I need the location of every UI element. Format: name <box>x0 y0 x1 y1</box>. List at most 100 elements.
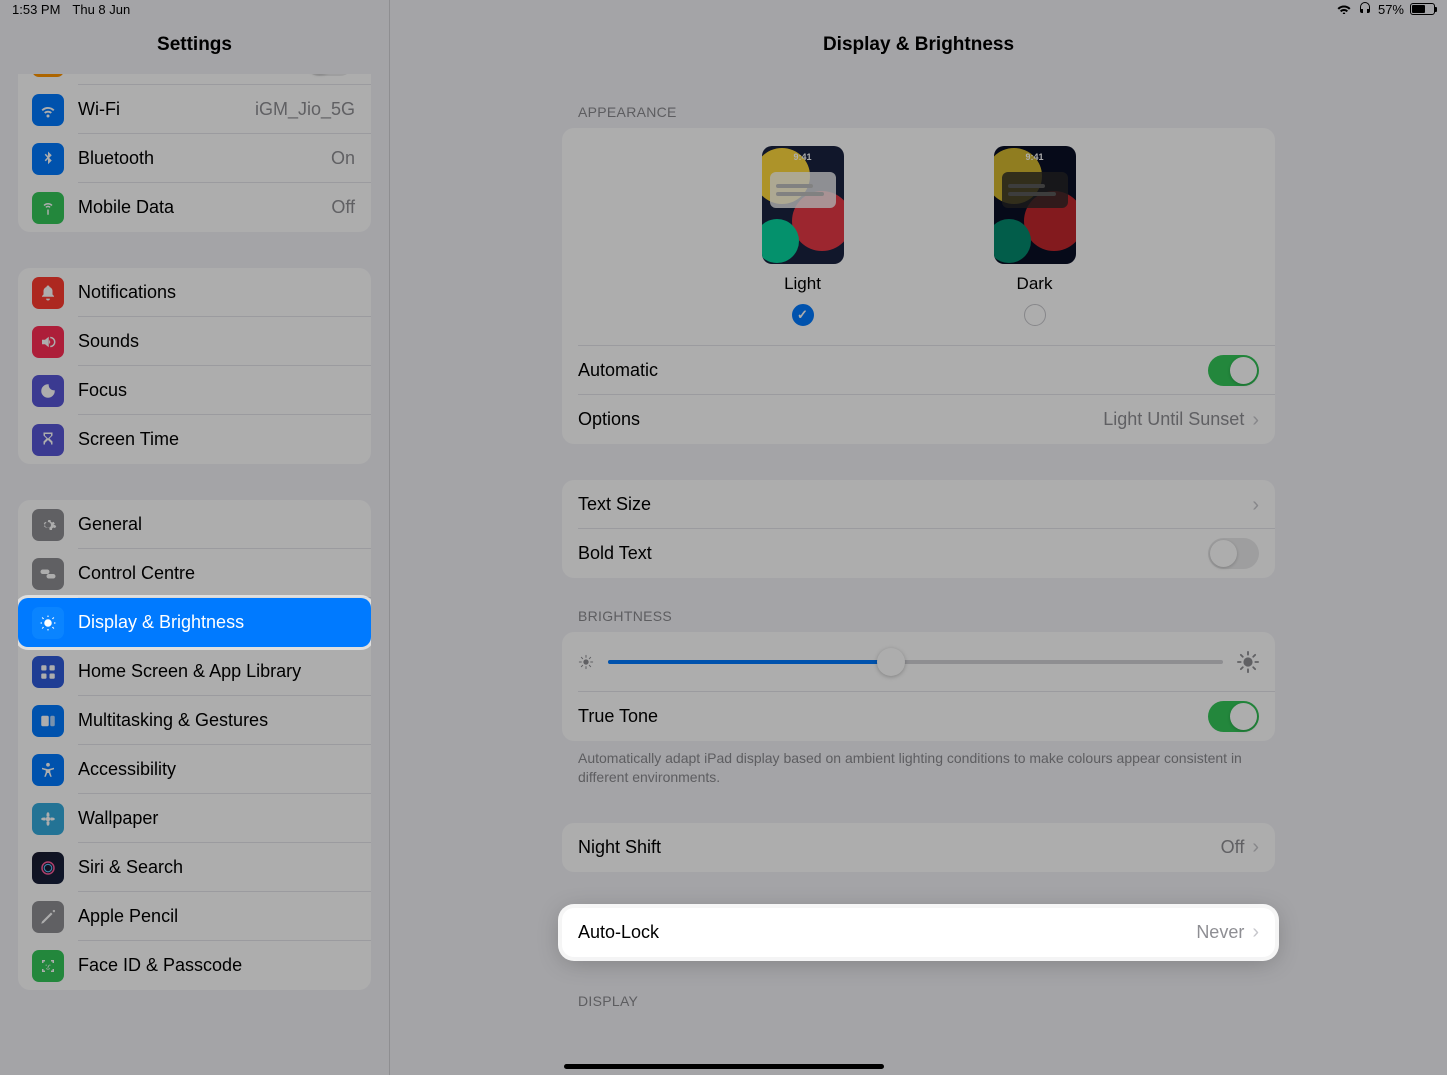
bold-text-row[interactable]: Bold Text <box>562 529 1275 578</box>
brightness-slider[interactable] <box>608 660 1223 664</box>
options-row[interactable]: Options Light Until Sunset › <box>562 395 1275 444</box>
status-date: Thu 8 Jun <box>72 2 130 17</box>
switches-icon <box>32 558 64 590</box>
sidebar-item-value: On <box>331 148 355 169</box>
dark-preview: 9:41 <box>994 146 1076 264</box>
true-tone-label: True Tone <box>578 706 1208 727</box>
bold-text-label: Bold Text <box>578 543 1208 564</box>
sidebar-item-wallpaper[interactable]: Wallpaper <box>18 794 371 843</box>
sidebar-item-mobile-data[interactable]: Mobile Data Off <box>18 183 371 232</box>
auto-lock-value: Never <box>1196 922 1244 943</box>
wifi-icon <box>1336 2 1352 17</box>
bold-text-toggle[interactable] <box>1208 538 1259 569</box>
night-shift-value: Off <box>1221 837 1245 858</box>
sidebar-item-home-screen[interactable]: Home Screen & App Library <box>18 647 371 696</box>
true-tone-row[interactable]: True Tone <box>562 692 1275 741</box>
true-tone-toggle[interactable] <box>1208 701 1259 732</box>
sidebar-item-label: Screen Time <box>78 429 355 450</box>
bell-icon <box>32 277 64 309</box>
light-preview: 9:41 <box>762 146 844 264</box>
chevron-right-icon: › <box>1252 410 1259 430</box>
chevron-right-icon: › <box>1252 922 1259 942</box>
grid-icon <box>32 656 64 688</box>
automatic-row[interactable]: Automatic <box>562 346 1275 395</box>
sidebar-item-label: Display & Brightness <box>78 612 355 633</box>
sun-icon <box>32 607 64 639</box>
automatic-label: Automatic <box>578 360 1208 381</box>
headphones-icon <box>1358 1 1372 18</box>
text-size-label: Text Size <box>578 494 1252 515</box>
sidebar-item-label: Control Centre <box>78 563 355 584</box>
true-tone-footer: Automatically adapt iPad display based o… <box>562 741 1275 787</box>
sidebar-item-label: Home Screen & App Library <box>78 661 355 682</box>
dark-radio[interactable] <box>1024 304 1046 326</box>
sidebar-item-label: General <box>78 514 355 535</box>
detail-pane: Display & Brightness APPEARANCE 9:41 Lig… <box>390 0 1447 1075</box>
battery-pct: 57% <box>1378 2 1404 17</box>
sidebar-item-control-centre[interactable]: Control Centre <box>18 549 371 598</box>
auto-lock-row[interactable]: Auto-Lock Never › <box>562 908 1275 957</box>
night-shift-label: Night Shift <box>578 837 1221 858</box>
auto-lock-card: Auto-Lock Never › <box>562 908 1275 957</box>
sidebar-item-focus[interactable]: Focus <box>18 366 371 415</box>
sidebar-item-label: Siri & Search <box>78 857 355 878</box>
night-shift-row[interactable]: Night Shift Off › <box>562 823 1275 872</box>
sidebar-item-face-id[interactable]: Face ID & Passcode <box>18 941 371 990</box>
sidebar-item-label: Wallpaper <box>78 808 355 829</box>
options-value: Light Until Sunset <box>1103 409 1244 430</box>
sidebar-item-wifi[interactable]: Wi-Fi iGM_Jio_5G <box>18 85 371 134</box>
sidebar-item-general[interactable]: General <box>18 500 371 549</box>
chevron-right-icon: › <box>1252 837 1259 857</box>
sidebar-item-apple-pencil[interactable]: Apple Pencil <box>18 892 371 941</box>
detail-scroll[interactable]: APPEARANCE 9:41 Light <box>390 74 1447 1075</box>
airplane-toggle[interactable] <box>304 74 355 76</box>
sidebar-item-value: iGM_Jio_5G <box>255 99 355 120</box>
display-header: DISPLAY <box>562 957 1275 1017</box>
appearance-header: APPEARANCE <box>562 74 1275 128</box>
sidebar-item-label: Multitasking & Gestures <box>78 710 355 731</box>
sidebar-item-siri[interactable]: Siri & Search <box>18 843 371 892</box>
multitask-icon <box>32 705 64 737</box>
sidebar-item-value: Off <box>331 197 355 218</box>
status-time: 1:53 PM <box>12 2 60 17</box>
appearance-light-option[interactable]: 9:41 Light <box>762 146 844 326</box>
bluetooth-icon <box>32 143 64 175</box>
status-bar: 1:53 PM Thu 8 Jun 57% <box>0 0 1447 18</box>
sidebar-item-label: Apple Pencil <box>78 906 355 927</box>
options-label: Options <box>578 409 1103 430</box>
battery-icon <box>1410 3 1435 15</box>
hourglass-icon <box>32 424 64 456</box>
chevron-right-icon: › <box>1252 495 1259 515</box>
sidebar-item-label: Face ID & Passcode <box>78 955 355 976</box>
sidebar-item-accessibility[interactable]: Accessibility <box>18 745 371 794</box>
sidebar-scroll[interactable]: Airplane Mode Wi-Fi iGM_Jio_5G Bluetooth… <box>0 74 389 1075</box>
light-label: Light <box>784 274 821 294</box>
sidebar-item-notifications[interactable]: Notifications <box>18 268 371 317</box>
slider-thumb[interactable] <box>877 648 905 676</box>
sidebar-item-display-brightness[interactable]: Display & Brightness <box>18 598 371 647</box>
flower-icon <box>32 803 64 835</box>
sidebar: Settings Airplane Mode Wi-Fi iGM_Jio_5G … <box>0 0 390 1075</box>
speaker-icon <box>32 326 64 358</box>
sidebar-item-label: Mobile Data <box>78 197 331 218</box>
sun-large-icon <box>1237 651 1259 673</box>
gear-icon <box>32 509 64 541</box>
appearance-dark-option[interactable]: 9:41 Dark <box>994 146 1076 326</box>
light-radio[interactable] <box>792 304 814 326</box>
sidebar-item-sounds[interactable]: Sounds <box>18 317 371 366</box>
automatic-toggle[interactable] <box>1208 355 1259 386</box>
sidebar-item-airplane[interactable]: Airplane Mode <box>18 74 371 85</box>
sidebar-item-label: Focus <box>78 380 355 401</box>
sidebar-item-bluetooth[interactable]: Bluetooth On <box>18 134 371 183</box>
sun-small-icon <box>578 654 594 670</box>
sidebar-item-screen-time[interactable]: Screen Time <box>18 415 371 464</box>
sidebar-item-multitasking[interactable]: Multitasking & Gestures <box>18 696 371 745</box>
home-indicator[interactable] <box>564 1064 884 1069</box>
auto-lock-label: Auto-Lock <box>578 922 1196 943</box>
sidebar-item-label: Accessibility <box>78 759 355 780</box>
sidebar-item-label: Sounds <box>78 331 355 352</box>
moon-icon <box>32 375 64 407</box>
accessibility-icon <box>32 754 64 786</box>
airplane-icon <box>32 74 64 77</box>
text-size-row[interactable]: Text Size › <box>562 480 1275 529</box>
